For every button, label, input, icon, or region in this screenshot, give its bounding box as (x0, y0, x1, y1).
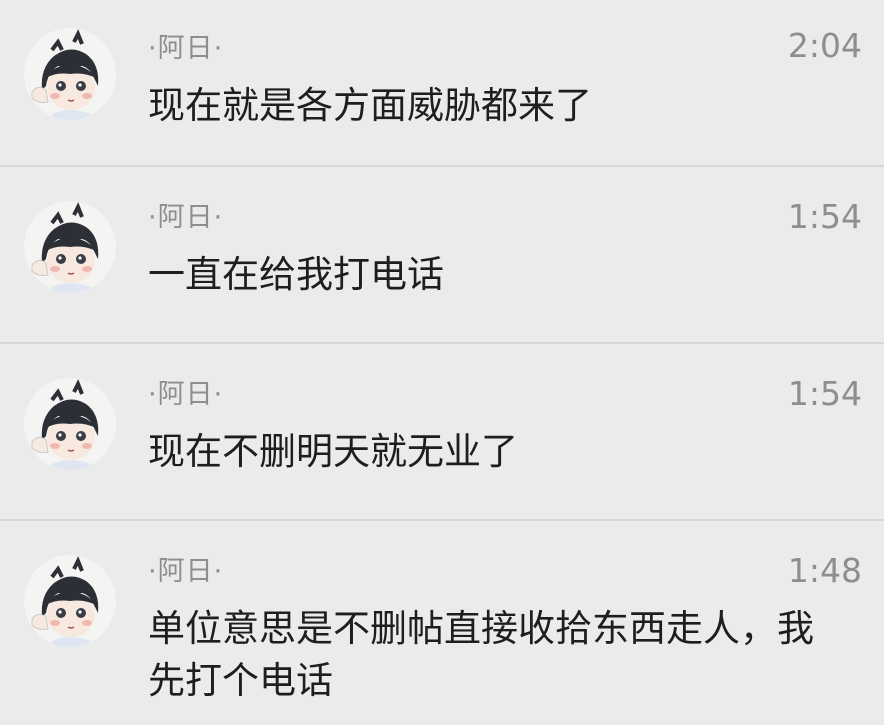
message-time: 1:54 (787, 197, 862, 236)
cartoon-boy-avatar-icon (24, 28, 116, 120)
cartoon-boy-avatar-icon (24, 555, 116, 647)
message-text: 一直在给我打电话 (148, 253, 444, 296)
sender-name: ·阿日· (148, 556, 224, 587)
message-text: 现在不删明天就无业了 (148, 430, 518, 473)
message-item[interactable]: ·阿日· 1:54 一直在给我打电话 (0, 167, 884, 344)
message-text: 现在就是各方面威胁都来了 (148, 84, 592, 127)
sender-name: ·阿日· (148, 33, 224, 64)
message-time: 1:54 (787, 374, 862, 413)
avatar[interactable] (24, 555, 116, 647)
avatar[interactable] (24, 201, 116, 293)
message-item[interactable]: ·阿日· 2:04 现在就是各方面威胁都来了 (0, 0, 884, 167)
sender-name: ·阿日· (148, 379, 224, 410)
cartoon-boy-avatar-icon (24, 378, 116, 470)
message-item[interactable]: ·阿日· 1:48 单位意思是不删帖直接收拾东西走人，我先打个电话 (0, 521, 884, 725)
avatar[interactable] (24, 28, 116, 120)
cartoon-boy-avatar-icon (24, 201, 116, 293)
sender-name: ·阿日· (148, 202, 224, 233)
message-text: 单位意思是不删帖直接收拾东西走人，我先打个电话 (148, 607, 814, 702)
avatar[interactable] (24, 378, 116, 470)
message-item[interactable]: ·阿日· 1:54 现在不删明天就无业了 (0, 344, 884, 521)
message-list: ·阿日· 2:04 现在就是各方面威胁都来了 ·阿日· 1:54 一直在给我打电… (0, 0, 884, 725)
message-time: 2:04 (787, 26, 862, 65)
message-time: 1:48 (787, 551, 862, 590)
